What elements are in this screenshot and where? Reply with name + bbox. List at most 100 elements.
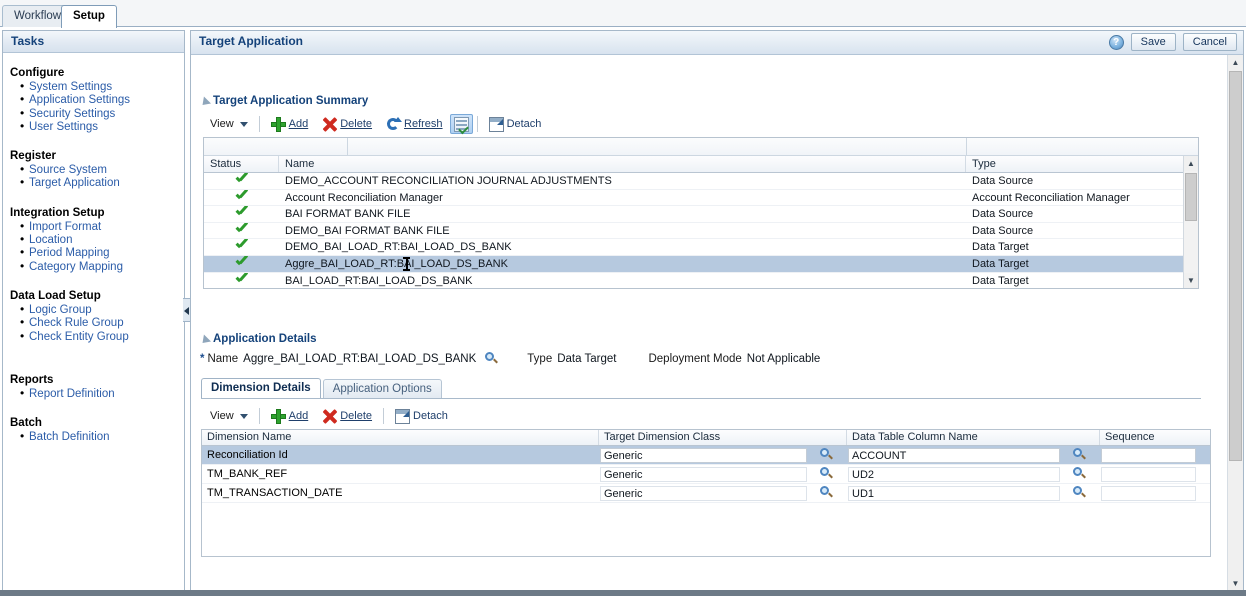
sidebar-item-category-mapping[interactable]: Category Mapping	[29, 261, 184, 274]
table-row[interactable]: BAI FORMAT BANK FILE Data Source	[204, 206, 1198, 223]
data-table-column-name-input[interactable]: UD1	[848, 486, 1060, 501]
task-group-items: Import Format Location Period Mapping Ca…	[9, 221, 184, 274]
search-icon[interactable]	[1073, 467, 1087, 481]
sidebar-item-source-system[interactable]: Source System	[29, 164, 184, 177]
sidebar-item-security-settings[interactable]: Security Settings	[29, 108, 184, 121]
scroll-up-icon[interactable]: ▲	[1184, 156, 1198, 171]
target-dimension-class-input[interactable]: Generic	[600, 467, 807, 482]
scroll-down-icon[interactable]: ▼	[1184, 273, 1198, 288]
help-icon[interactable]: ?	[1109, 35, 1124, 50]
cancel-button[interactable]: Cancel	[1183, 33, 1237, 51]
tasks-panel: Tasks Configure System Settings Applicat…	[2, 30, 185, 592]
data-table-column-name-lov[interactable]	[1060, 467, 1100, 481]
search-icon[interactable]	[1073, 486, 1087, 500]
sidebar-item-application-settings[interactable]: Application Settings	[29, 94, 184, 107]
scrollbar-thumb[interactable]	[1229, 71, 1242, 461]
sidebar-item-period-mapping[interactable]: Period Mapping	[29, 247, 184, 260]
task-group-title: Register	[9, 150, 184, 162]
dimension-detach-button[interactable]: Detach	[388, 406, 455, 426]
dimension-row[interactable]: TM_BANK_REF Generic UD2	[202, 465, 1210, 484]
summary-section-title[interactable]: Target Application Summary	[199, 95, 1209, 107]
table-row[interactable]: DEMO_BAI FORMAT BANK FILE Data Source	[204, 223, 1198, 240]
column-header-sequence[interactable]: Sequence	[1100, 430, 1198, 445]
column-header-type[interactable]: Type	[966, 156, 1185, 172]
target-dimension-class-cell[interactable]: Generic	[599, 465, 847, 484]
status-ok-icon	[235, 256, 249, 269]
sequence-cell[interactable]	[1100, 484, 1198, 503]
content-scrollbar[interactable]: ▲ ▼	[1227, 55, 1243, 591]
search-icon[interactable]	[820, 467, 834, 481]
details-section-title[interactable]: Application Details	[199, 333, 1209, 345]
sidebar-item-system-settings[interactable]: System Settings	[29, 81, 184, 94]
refresh-icon	[386, 117, 401, 132]
view-menu-button[interactable]: View	[203, 114, 255, 134]
dimension-row[interactable]: TM_TRANSACTION_DATE Generic UD1	[202, 484, 1210, 503]
target-dimension-class-cell[interactable]: Generic	[599, 484, 847, 503]
data-table-column-name-input[interactable]: UD2	[848, 467, 1060, 482]
dimension-row-selected[interactable]: Reconciliation Id Generic ACCOUNT	[202, 446, 1210, 465]
dimension-delete-button[interactable]: Delete	[315, 406, 379, 426]
sequence-cell[interactable]	[1100, 446, 1198, 465]
sidebar-item-location[interactable]: Location	[29, 234, 184, 247]
target-dimension-class-input[interactable]: Generic	[600, 448, 807, 463]
target-dimension-class-lov[interactable]	[807, 467, 847, 481]
column-header-target-dimension-class[interactable]: Target Dimension Class	[599, 430, 847, 445]
search-icon[interactable]	[820, 448, 834, 462]
data-table-column-name-cell[interactable]: ACCOUNT	[847, 446, 1100, 465]
column-header-status[interactable]: Status	[204, 156, 279, 172]
data-table-column-name-input[interactable]: ACCOUNT	[848, 448, 1060, 463]
search-icon[interactable]	[1073, 448, 1087, 462]
sidebar-item-batch-definition[interactable]: Batch Definition	[29, 431, 184, 444]
row-type: Data Source	[966, 173, 1185, 189]
sidebar-item-check-entity-group[interactable]: Check Entity Group	[29, 331, 184, 344]
data-table-column-name-cell[interactable]: UD1	[847, 484, 1100, 503]
sequence-input[interactable]	[1101, 486, 1196, 501]
data-table-column-name-cell[interactable]: UD2	[847, 465, 1100, 484]
tab-dimension-details[interactable]: Dimension Details	[201, 378, 321, 398]
column-header-data-table-column-name[interactable]: Data Table Column Name	[847, 430, 1100, 445]
sequence-input[interactable]	[1101, 467, 1196, 482]
table-row-selected[interactable]: Aggre_BAI_LOAD_RT:BAI_LOAD_DS_BANK Data …	[204, 256, 1198, 273]
target-dimension-class-lov[interactable]	[807, 448, 847, 462]
sidebar-item-target-application[interactable]: Target Application	[29, 177, 184, 190]
table-row[interactable]: DEMO_ACCOUNT RECONCILIATION JOURNAL ADJU…	[204, 173, 1198, 190]
tab-application-options[interactable]: Application Options	[323, 379, 442, 398]
name-field-value[interactable]: Aggre_BAI_LOAD_RT:BAI_LOAD_DS_BANK	[243, 353, 476, 365]
grid-column-band	[204, 138, 1198, 156]
sidebar-item-import-format[interactable]: Import Format	[29, 221, 184, 234]
sequence-input[interactable]	[1101, 448, 1196, 463]
tab-setup[interactable]: Setup	[61, 5, 117, 28]
search-icon[interactable]	[820, 486, 834, 500]
dimension-view-menu-button[interactable]: View	[203, 406, 255, 426]
delete-button[interactable]: Delete	[315, 114, 379, 134]
refresh-button[interactable]: Refresh	[379, 114, 450, 134]
add-button[interactable]: Add	[264, 114, 316, 134]
save-button[interactable]: Save	[1131, 33, 1176, 51]
target-dimension-class-cell[interactable]: Generic	[599, 446, 847, 465]
column-header-name[interactable]: Name	[279, 156, 966, 172]
name-search-icon[interactable]	[485, 352, 499, 366]
column-header-dimension-name[interactable]: Dimension Name	[202, 430, 599, 445]
scrollbar-thumb[interactable]	[1185, 173, 1197, 221]
data-table-column-name-lov[interactable]	[1060, 448, 1100, 462]
data-table-column-name-lov[interactable]	[1060, 486, 1100, 500]
row-status	[204, 190, 279, 206]
summary-section-title-label: Target Application Summary	[213, 95, 368, 107]
query-by-example-button[interactable]	[450, 114, 473, 134]
scroll-down-icon[interactable]: ▼	[1228, 576, 1243, 591]
row-name: BAI_LOAD_RT:BAI_LOAD_DS_BANK	[279, 273, 966, 289]
summary-grid-scrollbar[interactable]: ▲ ▼	[1183, 156, 1198, 288]
table-row[interactable]: DEMO_BAI_LOAD_RT:BAI_LOAD_DS_BANK Data T…	[204, 239, 1198, 256]
sequence-cell[interactable]	[1100, 465, 1198, 484]
sidebar-item-user-settings[interactable]: User Settings	[29, 121, 184, 134]
target-dimension-class-input[interactable]: Generic	[600, 486, 807, 501]
dimension-add-button[interactable]: Add	[264, 406, 316, 426]
sidebar-item-report-definition[interactable]: Report Definition	[29, 388, 184, 401]
table-row[interactable]: Account Reconciliation Manager Account R…	[204, 190, 1198, 207]
detach-button[interactable]: Detach	[482, 114, 549, 134]
table-row[interactable]: BAI_LOAD_RT:BAI_LOAD_DS_BANK Data Target	[204, 273, 1198, 289]
target-dimension-class-lov[interactable]	[807, 486, 847, 500]
sidebar-item-logic-group[interactable]: Logic Group	[29, 304, 184, 317]
sidebar-item-check-rule-group[interactable]: Check Rule Group	[29, 317, 184, 330]
scroll-up-icon[interactable]: ▲	[1228, 55, 1243, 70]
